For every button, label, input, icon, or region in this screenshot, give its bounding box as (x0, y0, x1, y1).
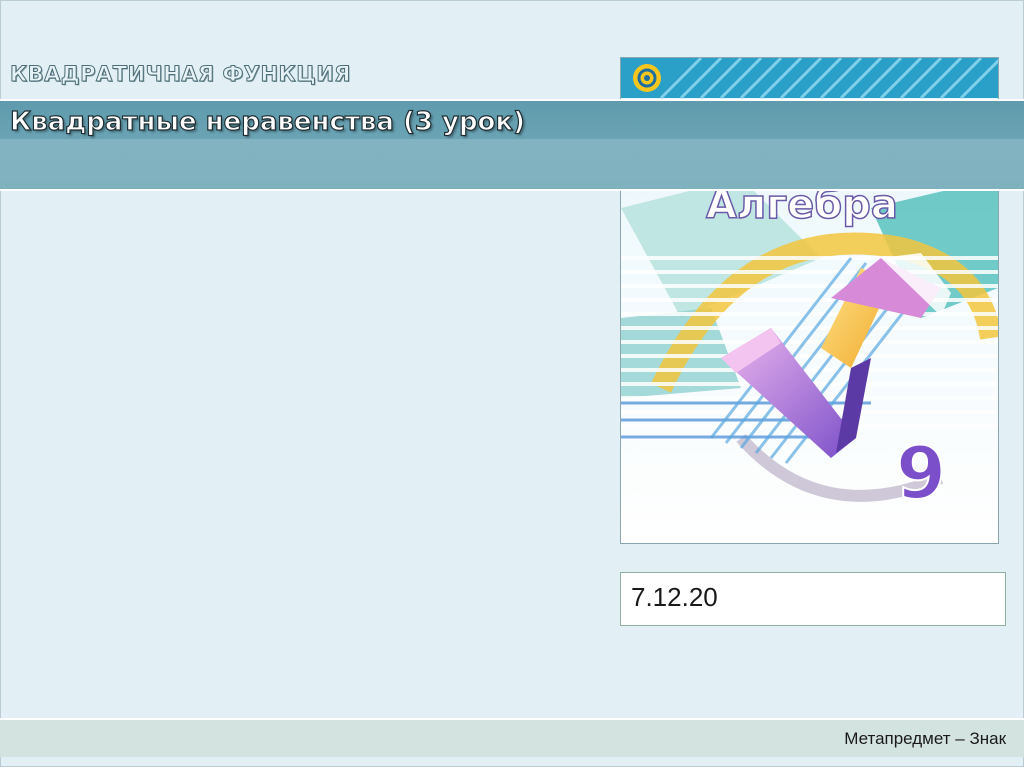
section-title: КВАДРАТИЧНАЯ ФУНКЦИЯ (10, 62, 351, 87)
book-grade: 9 (896, 431, 946, 515)
date-text: 7.12.20 (631, 582, 718, 612)
footer-text: Метапредмет – Знак (844, 729, 1006, 748)
title-band: Квадратные неравенства (3 урок) (0, 99, 1024, 191)
footer-bar: Метапредмет – Знак (0, 718, 1024, 757)
date-box: 7.12.20 (620, 572, 1006, 626)
lesson-title: Квадратные неравенства (3 урок) (9, 106, 525, 137)
publisher-logo-icon (633, 64, 661, 92)
